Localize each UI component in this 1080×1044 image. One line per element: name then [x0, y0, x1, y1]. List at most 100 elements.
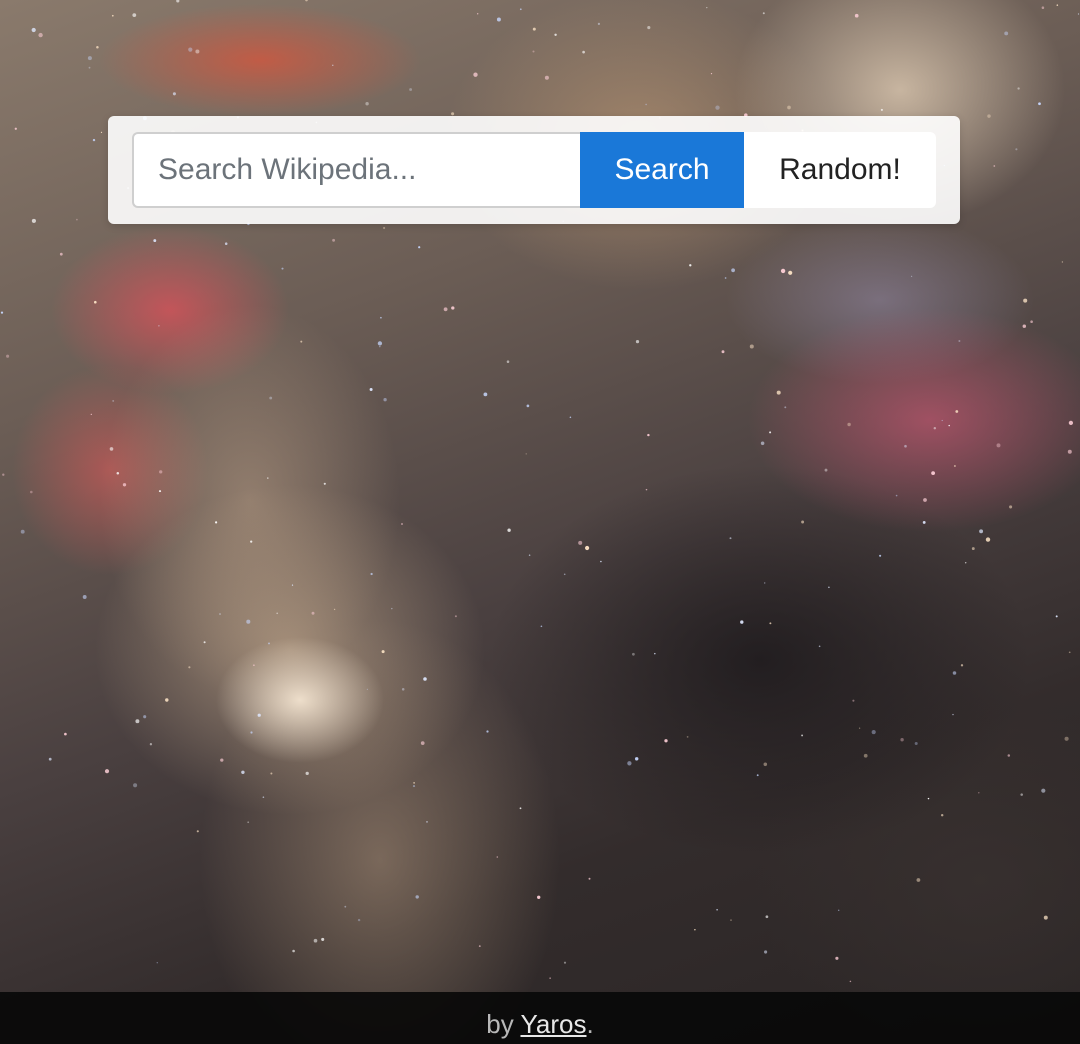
star	[369, 387, 373, 392]
star	[686, 736, 689, 738]
star	[694, 928, 696, 931]
star	[332, 238, 336, 242]
star	[824, 468, 828, 472]
star	[6, 354, 10, 358]
star	[985, 537, 991, 542]
star	[379, 345, 381, 348]
star	[941, 419, 943, 422]
star	[578, 540, 583, 545]
star	[270, 772, 273, 775]
star	[923, 498, 927, 502]
star	[788, 270, 793, 275]
star	[940, 813, 944, 817]
star	[764, 950, 768, 954]
star	[904, 444, 907, 448]
star	[344, 905, 347, 908]
star	[250, 540, 253, 543]
star	[871, 730, 876, 735]
star	[801, 734, 804, 737]
star	[854, 13, 859, 18]
star	[323, 482, 326, 485]
star	[729, 537, 732, 540]
star	[597, 22, 601, 26]
star	[731, 268, 735, 273]
star	[519, 8, 522, 11]
star	[88, 66, 91, 69]
star	[172, 92, 176, 96]
star	[159, 470, 163, 474]
star	[14, 127, 17, 130]
star	[413, 782, 415, 784]
star	[116, 472, 120, 475]
star	[100, 131, 103, 134]
star	[415, 895, 419, 899]
search-group: Search Random!	[132, 132, 936, 208]
star	[268, 642, 270, 645]
star	[525, 453, 527, 455]
star	[996, 443, 1001, 448]
star	[305, 771, 309, 776]
star	[922, 520, 926, 524]
star	[153, 239, 157, 243]
star	[300, 340, 303, 343]
star	[38, 32, 43, 38]
star	[763, 762, 768, 767]
star	[749, 344, 754, 349]
star	[1056, 4, 1059, 6]
search-input[interactable]	[132, 132, 580, 208]
author-link[interactable]: Yaros	[520, 1009, 586, 1039]
star	[383, 398, 387, 402]
star	[563, 961, 567, 964]
star	[689, 264, 692, 267]
star	[195, 49, 200, 54]
star	[332, 64, 334, 66]
star	[784, 406, 787, 409]
search-button[interactable]: Search	[580, 132, 744, 208]
star	[763, 582, 766, 584]
star	[654, 652, 656, 655]
star	[64, 732, 67, 736]
star	[176, 0, 180, 3]
star	[600, 560, 602, 563]
star	[532, 27, 536, 31]
star	[532, 50, 535, 53]
star	[292, 949, 295, 953]
star	[257, 713, 261, 717]
star	[250, 731, 253, 734]
star	[724, 277, 727, 279]
star	[133, 783, 138, 788]
star	[927, 797, 930, 800]
star	[478, 945, 481, 947]
star	[847, 422, 851, 427]
star	[933, 426, 937, 430]
star	[1017, 87, 1020, 90]
star	[247, 821, 250, 824]
star	[519, 807, 522, 810]
star	[276, 612, 279, 615]
star	[31, 218, 36, 223]
star	[978, 792, 980, 794]
star	[92, 138, 96, 142]
star	[828, 586, 830, 589]
star	[960, 664, 964, 667]
star	[496, 17, 501, 22]
star	[931, 471, 936, 476]
star	[451, 306, 455, 310]
star	[215, 521, 218, 524]
star	[900, 738, 904, 742]
star	[958, 340, 961, 342]
star	[955, 410, 959, 413]
star	[321, 937, 325, 941]
star	[365, 102, 369, 106]
star	[634, 757, 639, 761]
star	[632, 652, 635, 656]
star	[82, 595, 87, 599]
star	[391, 607, 393, 610]
footer: by Yaros.	[0, 992, 1080, 1044]
random-button[interactable]: Random!	[744, 132, 936, 208]
star	[818, 645, 821, 648]
star	[1004, 31, 1009, 36]
star	[716, 909, 718, 911]
star	[916, 878, 921, 882]
star	[554, 33, 557, 37]
